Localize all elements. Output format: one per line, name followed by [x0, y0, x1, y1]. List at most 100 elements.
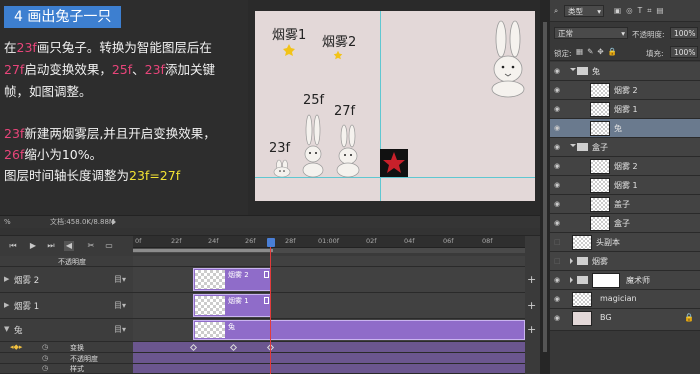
add-media-icon[interactable]: + [527, 323, 536, 336]
label-smoke-2: 烟雾2 [322, 35, 357, 50]
blend-mode-select[interactable]: 正常 ▾ [554, 27, 628, 39]
group-expand-icon[interactable] [570, 68, 576, 71]
layer-name: magician [600, 294, 637, 303]
eye-icon[interactable]: ◉ [554, 143, 562, 151]
eye-icon[interactable]: ◉ [554, 67, 562, 75]
film-strip-icon[interactable]: 目▾ [114, 300, 126, 311]
film-strip-icon[interactable]: 目▾ [114, 274, 126, 285]
transition-icon[interactable]: ▭ [104, 241, 114, 251]
eye-icon[interactable]: ◉ [554, 181, 562, 189]
property-track-style[interactable] [133, 364, 525, 374]
layer-thumbnail [590, 159, 610, 174]
first-frame-icon[interactable]: ⏮ [8, 241, 18, 251]
time-ruler[interactable]: 0f 22f 24f 26f 28f 01:00f 02f 04f 06f 08… [133, 236, 525, 248]
layer-item[interactable]: ◉ 烟雾 1 [550, 100, 700, 119]
layer-group-smoke[interactable]: □ 烟雾 [550, 252, 700, 271]
expand-arrow-icon[interactable]: ▶ [4, 275, 9, 283]
eye-icon[interactable]: ◉ [554, 200, 562, 208]
eye-icon[interactable]: ◉ [554, 295, 562, 303]
document-canvas[interactable]: 烟雾1 烟雾2 25f 27f 23f [255, 11, 535, 201]
eye-icon[interactable]: ◉ [554, 124, 562, 132]
kind-filter-select[interactable]: 类型 ▾ [564, 5, 604, 17]
group-collapsed-icon[interactable] [570, 277, 573, 283]
ruler-tick: 26f [245, 237, 256, 245]
layer-group-rabbit[interactable]: ◉ 兔 [550, 62, 700, 81]
eye-icon[interactable]: ◉ [554, 219, 562, 227]
filter-icons[interactable]: ▣◎T⌗▤ [614, 6, 669, 16]
star-icon [383, 152, 405, 173]
ruler-tick: 01:00f [318, 237, 340, 245]
keyframe-nav-icon[interactable]: ◂◆▸ [10, 343, 22, 351]
eye-hidden-icon[interactable]: □ [554, 257, 562, 265]
panel-divider [540, 0, 550, 374]
stopwatch-icon[interactable]: ◷ [42, 354, 48, 362]
group-collapsed-icon[interactable] [570, 258, 573, 264]
layer-item[interactable]: ◉ 烟雾 1 [550, 176, 700, 195]
eye-hidden-icon[interactable]: □ [554, 238, 562, 246]
status-menu-arrow-icon[interactable] [112, 219, 116, 225]
opacity-field[interactable]: 100% [670, 27, 698, 39]
collapse-arrow-icon[interactable]: ▼ [4, 325, 9, 333]
eye-icon[interactable]: ◉ [554, 105, 562, 113]
clip-end-handle[interactable] [264, 297, 269, 304]
opacity-label: 不透明度 [58, 258, 86, 266]
clip-label: 兔 [228, 323, 235, 331]
rabbit-large-icon [491, 20, 525, 98]
layer-name: 烟雾 1 [614, 105, 638, 114]
eye-icon[interactable]: ◉ [554, 86, 562, 94]
eye-icon[interactable]: ◉ [554, 276, 562, 284]
label-smoke-1: 烟雾1 [272, 28, 307, 43]
stopwatch-icon[interactable]: ◷ [42, 343, 48, 351]
work-area-bar[interactable] [133, 248, 525, 253]
layer-item[interactable]: ◉ 盖子 [550, 195, 700, 214]
playhead-handle[interactable] [267, 238, 275, 247]
zoom-level[interactable]: % [4, 216, 11, 228]
caption-line-1: 在23f画只兔子。转换为智能图层后在 [4, 40, 212, 55]
layer-item[interactable]: ◉ 烟雾 2 [550, 157, 700, 176]
layer-item[interactable]: ◉ 盒子 [550, 214, 700, 233]
keyframe-diamond[interactable] [229, 343, 238, 352]
ruler-tick: 24f [208, 237, 219, 245]
layer-mask-thumbnail [592, 273, 620, 288]
property-track-transform[interactable] [133, 342, 525, 353]
eye-icon[interactable]: ◉ [554, 162, 562, 170]
next-frame-icon[interactable]: ⏭ [46, 241, 56, 251]
guide-horizontal[interactable] [255, 177, 535, 178]
clip-end-handle[interactable] [264, 271, 269, 278]
layer-item[interactable]: ◉ 烟雾 2 [550, 81, 700, 100]
layer-clip[interactable]: 烟雾 2 [193, 268, 271, 291]
layer-item-selected[interactable]: ◉ 兔 [550, 119, 700, 138]
work-area-range[interactable] [133, 249, 273, 252]
playhead-line[interactable] [270, 247, 271, 374]
layer-group-box[interactable]: ◉ 盒子 [550, 138, 700, 157]
expand-arrow-icon[interactable]: ▶ [4, 301, 9, 309]
ruler-tick: 28f [285, 237, 296, 245]
fill-field[interactable]: 100% [670, 46, 698, 58]
scrollbar[interactable] [543, 22, 547, 352]
split-icon[interactable]: ✂ [86, 241, 96, 251]
layer-clip[interactable]: 烟雾 1 [193, 294, 271, 317]
add-media-icon[interactable]: + [527, 273, 536, 286]
eye-icon[interactable]: ◉ [554, 314, 562, 322]
lock-icons[interactable]: ▦✎✥🔒 [576, 47, 621, 56]
caption-line-2: 27f启动变换效果，25f、23f添加关键 [4, 62, 215, 77]
play-icon[interactable]: ▶ [28, 241, 38, 251]
layer-group-magician[interactable]: ◉ 魔术师 [550, 271, 700, 290]
property-track-opacity[interactable] [133, 353, 525, 364]
layer-clip[interactable]: 兔 [193, 320, 525, 340]
group-expand-icon[interactable] [570, 144, 576, 147]
add-media-icon[interactable]: + [527, 299, 536, 312]
ruler-tick: 08f [482, 237, 493, 245]
lock-label: 锁定: [554, 49, 572, 58]
film-strip-icon[interactable]: 目▾ [114, 324, 126, 335]
label-27f: 27f [334, 104, 356, 119]
canvas-area[interactable]: 烟雾1 烟雾2 25f 27f 23f [248, 0, 540, 215]
layer-background[interactable]: ◉ BG 🔒 [550, 309, 700, 331]
folder-icon [577, 143, 588, 151]
layer-item[interactable]: □ 头副本 [550, 233, 700, 252]
layer-item[interactable]: ◉ magician [550, 290, 700, 309]
keyframe-diamond[interactable] [189, 343, 198, 352]
playback-controls: ⏮ ▶ ⏭ ◀ ✂ ▭ [0, 236, 133, 256]
audio-icon[interactable]: ◀ [64, 241, 74, 251]
stopwatch-icon[interactable]: ◷ [42, 364, 48, 372]
